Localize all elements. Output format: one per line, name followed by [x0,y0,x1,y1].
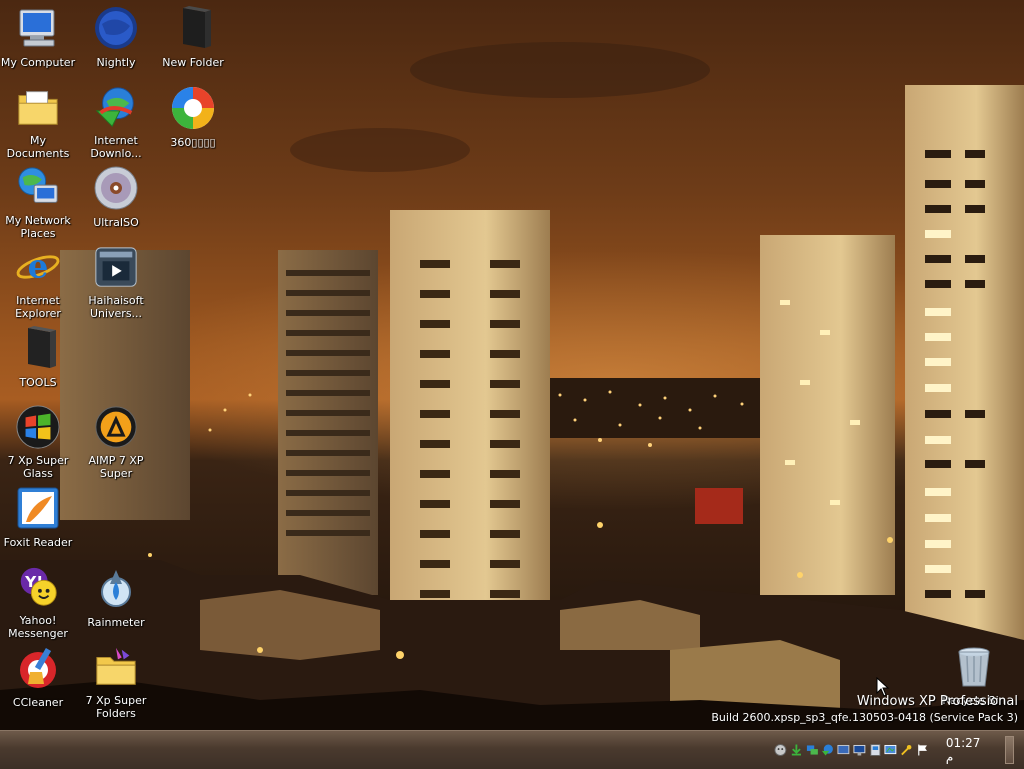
download-tray-icon[interactable] [790,743,803,757]
desktop-icon-rainmeter[interactable]: Rainmeter [78,562,154,640]
desktop-icon-7-xp-super-glass[interactable]: 7 Xp Super Glass [0,402,76,480]
desktop-icon-internet-download-manager[interactable]: Internet Downlo... [78,82,154,160]
desktop-icon-label: Rainmeter [87,616,145,629]
desktop-icon-label: My Documents [6,134,70,160]
desktop-icon-label: 360▯▯▯▯ [170,136,216,149]
desktop-icon-ccleaner[interactable]: CCleaner [0,642,76,720]
desktop-icon-label: My Computer [0,56,76,69]
recycle-bin-icon [958,647,990,687]
desktop-icon-haihaisoft[interactable]: Haihaisoft Univers... [78,242,154,320]
os-version-watermark: Windows XP Professional Build 2600.xpsp_… [711,693,1018,725]
tool-tray-icon[interactable] [900,743,913,757]
desktop-icon-foxit-reader[interactable]: Foxit Reader [0,482,76,560]
new-folder-icon [183,6,211,48]
desktop-icon-tools[interactable]: TOOLS [0,322,76,400]
taskbar: 01:27 م [0,730,1024,769]
xp-super-folders-icon [96,647,136,685]
system-tray: 01:27 م [774,736,1014,764]
my-documents-icon [18,91,58,125]
desktop-icon-label: AIMP 7 XP Super [88,454,144,480]
taskbar-clock[interactable]: 01:27 م [946,736,988,764]
desktop-icon-nightly[interactable]: Nightly [78,2,154,80]
ccleaner-icon [20,647,56,688]
messenger-tray-icon[interactable] [774,743,787,757]
nightly-browser-icon [95,7,137,49]
app-tray-icon[interactable] [869,743,882,757]
desktop-icon-label: Nightly [96,56,136,69]
desktop-icon-aimp[interactable]: AIMP 7 XP Super [78,402,154,480]
foxit-reader-icon [17,487,59,529]
aimp-icon [95,406,137,448]
desktop-icon-my-network-places[interactable]: My Network Places [0,162,76,240]
idm-tray-icon[interactable] [821,743,834,757]
desktop-icon-new-folder[interactable]: New Folder [155,2,231,80]
desktop-icon-label: New Folder [162,56,224,69]
desktop-icon-label: Yahoo! Messenger [8,614,68,640]
mouse-cursor-icon [876,677,890,697]
desktop-icon-label: Internet Downlo... [90,134,142,160]
ultraiso-icon [94,166,138,210]
desktop-icon-360[interactable]: 360▯▯▯▯ [155,82,231,160]
desktop-icon-label: UltraISO [93,216,139,229]
desktop-icon-my-documents[interactable]: My Documents [0,82,76,160]
360-icon [172,87,214,129]
desktop-icon-label: Foxit Reader [3,536,73,549]
os-name: Windows XP Professional [856,694,1018,709]
taskbar-grip[interactable] [1004,736,1014,764]
xp-super-glass-icon [16,405,60,449]
network-places-icon [18,167,58,203]
desktop-icon-label: Haihaisoft Univers... [88,294,144,320]
display-tray-icon[interactable] [837,743,850,757]
desktop-icon-label: Internet Explorer [15,294,61,320]
flag-tray-icon[interactable] [916,743,929,757]
rainmeter-icon [101,570,131,607]
svg-text:e: e [28,247,49,286]
network-tray-icon[interactable] [806,743,819,757]
tools-folder-icon [28,326,56,368]
os-build: Build 2600.xpsp_sp3_qfe.130503-0418 (Ser… [711,711,1018,724]
desktop-icon-label: TOOLS [19,376,57,389]
monitor-tray-icon[interactable] [853,743,866,757]
desktop-icon-internet-explorer[interactable]: e Internet Explorer [0,242,76,320]
desktop-icon-7-xp-super-folders[interactable]: 7 Xp Super Folders [78,642,154,720]
desktop-icon-label: My Network Places [5,214,71,240]
my-computer-icon [19,9,55,47]
screen-tray-icon[interactable] [884,743,897,757]
internet-explorer-icon: e [16,247,60,286]
internet-download-manager-icon [95,87,134,127]
haihaisoft-player-icon [95,247,137,287]
desktop-icon-my-computer[interactable]: My Computer [0,2,76,80]
desktop-icon-label: CCleaner [12,696,64,709]
desktop-icon-label: 7 Xp Super Folders [85,694,147,720]
yahoo-messenger-icon: Y! [20,567,57,606]
desktop-icon-label: 7 Xp Super Glass [7,454,69,480]
desktop-icon-ultraiso[interactable]: UltraISO [78,162,154,240]
desktop-icon-yahoo-messenger[interactable]: Y! Yahoo! Messenger [0,562,76,640]
